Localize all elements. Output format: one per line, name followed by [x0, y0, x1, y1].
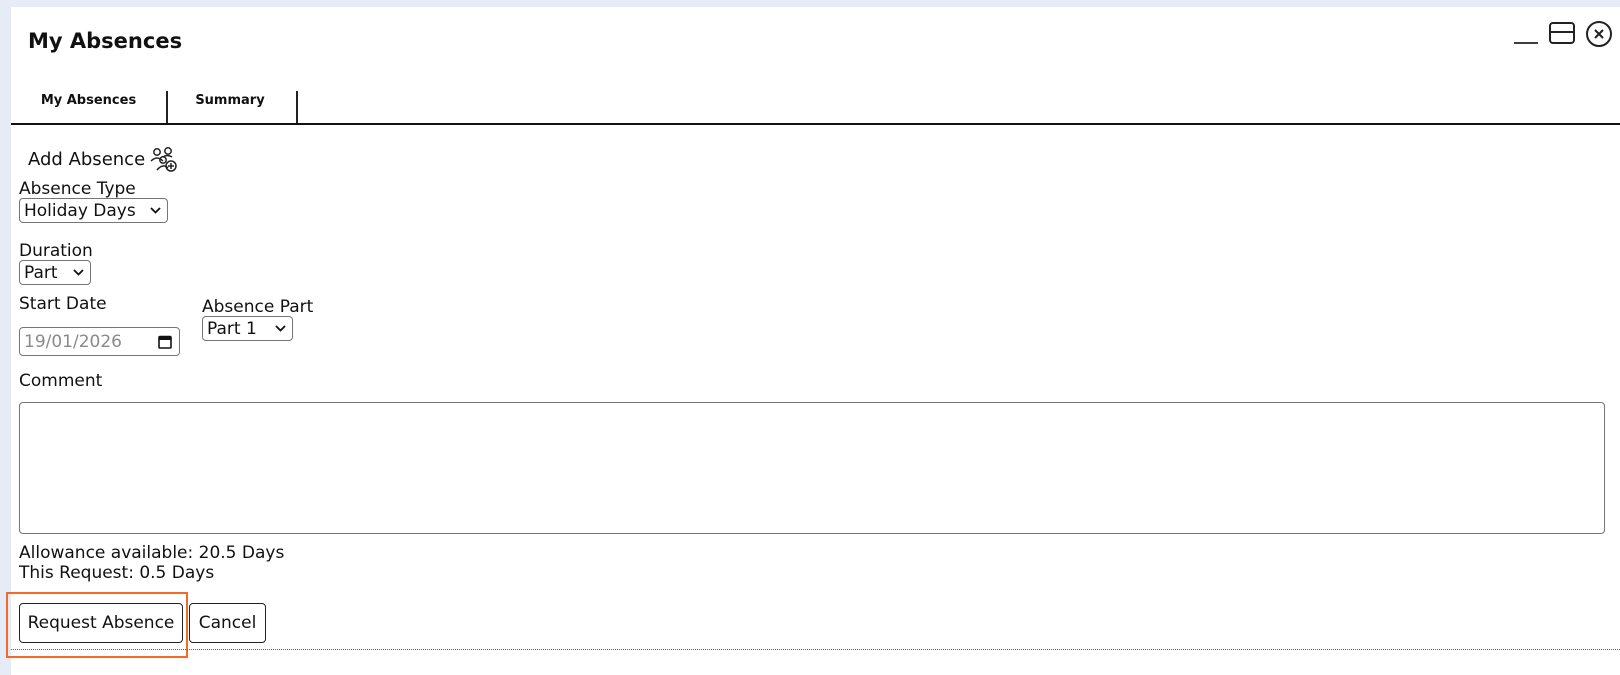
window-title: My Absences: [28, 29, 183, 53]
absence-part-label: Absence Part: [202, 297, 314, 317]
allowance-text: Allowance available: 20.5 Days: [19, 543, 285, 563]
calendar-icon[interactable]: [158, 334, 172, 349]
start-date-label: Start Date: [19, 294, 107, 314]
comment-textarea[interactable]: [19, 402, 1605, 534]
absence-type-value: Holiday Days: [24, 200, 136, 221]
add-users-icon: [150, 145, 178, 173]
comment-label: Comment: [19, 371, 103, 391]
window-icon[interactable]: [1548, 19, 1576, 49]
start-date-input[interactable]: 19/01/2026: [19, 327, 180, 356]
absences-window: My Absences My Absences Summary Add Abse…: [6, 7, 1620, 675]
absence-part-select[interactable]: Part 1: [202, 316, 293, 341]
tab-divider: [296, 91, 298, 125]
request-amount-text: This Request: 0.5 Days: [19, 563, 215, 583]
chevron-down-icon: [275, 325, 286, 332]
tab-summary[interactable]: Summary: [166, 85, 294, 127]
chevron-down-icon: [73, 269, 84, 276]
absence-type-label: Absence Type: [19, 179, 136, 199]
tab-my-absences[interactable]: My Absences: [11, 85, 166, 127]
minimize-icon[interactable]: [1512, 19, 1540, 49]
cancel-button[interactable]: Cancel: [189, 603, 266, 643]
add-absence-heading: Add Absence: [28, 145, 178, 173]
tab-bar: My Absences Summary: [11, 85, 1620, 127]
duration-select[interactable]: Part: [19, 260, 91, 285]
absence-part-value: Part 1: [207, 318, 257, 339]
tab-underline: [11, 123, 1620, 125]
duration-label: Duration: [19, 241, 93, 261]
divider: [11, 649, 1620, 650]
request-absence-button[interactable]: Request Absence: [19, 603, 183, 643]
close-circle-icon[interactable]: [1584, 19, 1614, 49]
add-absence-label: Add Absence: [28, 148, 146, 170]
duration-value: Part: [24, 262, 58, 283]
start-date-value: 19/01/2026: [24, 331, 122, 352]
chevron-down-icon: [150, 207, 161, 214]
absence-type-select[interactable]: Holiday Days: [19, 198, 168, 223]
